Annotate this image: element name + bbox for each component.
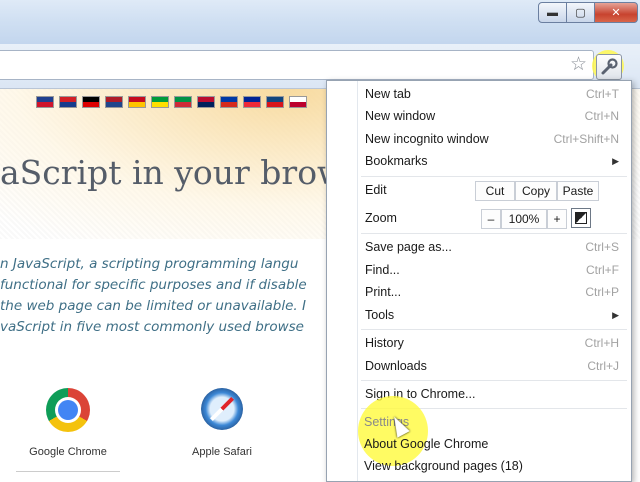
flag-icon-hr[interactable]: [59, 96, 77, 108]
language-flags: [36, 96, 307, 108]
flag-icon-de[interactable]: [82, 96, 100, 108]
intro-line: functional for specific purposes and if …: [0, 277, 307, 293]
flag-icon-jp[interactable]: [289, 96, 307, 108]
paste-button[interactable]: Paste: [557, 181, 599, 201]
menu-item-find[interactable]: Find... Ctrl+F: [365, 259, 625, 281]
menu-item-shortcut: Ctrl+S: [585, 240, 619, 254]
menu-item-bookmarks[interactable]: Bookmarks ▶: [365, 150, 625, 172]
menu-item-label: Find...: [365, 263, 400, 277]
menu-item-label: New tab: [365, 87, 411, 101]
minimize-icon: ▬: [547, 6, 558, 19]
menu-item-label: Downloads: [365, 359, 427, 373]
menu-item-label: History: [365, 336, 404, 350]
divider: [16, 471, 120, 472]
flag-icon-ru[interactable]: [220, 96, 238, 108]
menu-separator: [361, 233, 627, 234]
flag-icon-fr[interactable]: [243, 96, 261, 108]
menu-separator: [361, 176, 627, 177]
flag-icon-nl[interactable]: [105, 96, 123, 108]
menu-item-shortcut: Ctrl+J: [587, 359, 619, 373]
close-button[interactable]: ✕: [595, 2, 638, 23]
flag-icon-es[interactable]: [128, 96, 146, 108]
flag-icon-br[interactable]: [151, 96, 169, 108]
intro-line: vaScript in five most commonly used brow…: [0, 319, 304, 335]
fullscreen-icon[interactable]: [571, 208, 591, 228]
menu-item-tools[interactable]: Tools ▶: [365, 304, 625, 326]
menu-item-new-window[interactable]: New window Ctrl+N: [365, 105, 625, 127]
flag-icon-no[interactable]: [197, 96, 215, 108]
wrench-icon: [601, 58, 618, 75]
cut-button[interactable]: Cut: [475, 181, 515, 201]
menu-item-label: New incognito window: [365, 132, 489, 146]
minimize-button[interactable]: ▬: [538, 2, 567, 23]
menu-item-save-page[interactable]: Save page as... Ctrl+S: [365, 236, 625, 258]
submenu-arrow-icon: ▶: [612, 156, 619, 166]
menu-item-label: Edit: [365, 183, 387, 197]
menu-gutter: [357, 81, 358, 481]
menu-item-zoom: Zoom – 100% +: [365, 207, 625, 229]
menu-item-background-pages[interactable]: View background pages (18): [364, 455, 624, 477]
menu-item-label: Print...: [365, 285, 402, 299]
browser-link-safari[interactable]: Apple Safari: [170, 388, 274, 458]
menu-item-label: Save page as...: [365, 240, 452, 254]
flag-icon-it[interactable]: [174, 96, 192, 108]
browser-link-chrome[interactable]: Google Chrome: [16, 388, 120, 458]
browser-label: Google Chrome: [29, 446, 107, 458]
menu-item-label: Tools: [365, 308, 395, 322]
menu-item-label: View background pages (18): [364, 459, 523, 473]
menu-item-downloads[interactable]: Downloads Ctrl+J: [365, 355, 625, 377]
wrench-menu-button[interactable]: [596, 54, 622, 80]
browser-label: Apple Safari: [192, 446, 252, 458]
maximize-icon: ▢: [575, 7, 586, 19]
menu-item-shortcut: Ctrl+H: [584, 336, 619, 350]
submenu-arrow-icon: ▶: [612, 310, 619, 320]
menu-item-edit: Edit Cut Copy Paste: [365, 179, 625, 201]
page-heading: aScript in your brows: [0, 153, 363, 192]
copy-button[interactable]: Copy: [515, 181, 557, 201]
menu-item-new-incognito[interactable]: New incognito window Ctrl+Shift+N: [365, 128, 625, 150]
menu-item-history[interactable]: History Ctrl+H: [365, 332, 625, 354]
chrome-logo-icon: [46, 388, 90, 432]
flag-icon-gb[interactable]: [36, 96, 54, 108]
zoom-in-button[interactable]: +: [547, 209, 567, 229]
menu-separator: [361, 329, 627, 330]
menu-item-shortcut: Ctrl+P: [585, 285, 619, 299]
zoom-out-button[interactable]: –: [481, 209, 501, 229]
safari-logo-icon: [201, 388, 243, 430]
intro-line: n JavaScript, a scripting programming la…: [0, 256, 299, 272]
menu-item-label: Zoom: [365, 211, 397, 225]
menu-item-shortcut: Ctrl+F: [586, 263, 619, 277]
menu-item-label: Bookmarks: [365, 154, 428, 168]
menu-item-label: New window: [365, 109, 436, 123]
maximize-button[interactable]: ▢: [567, 2, 595, 23]
flag-icon-cz[interactable]: [266, 96, 284, 108]
menu-item-new-tab[interactable]: New tab Ctrl+T: [365, 83, 625, 105]
address-bar[interactable]: ☆: [0, 50, 594, 80]
menu-item-print[interactable]: Print... Ctrl+P: [365, 281, 625, 303]
menu-separator: [361, 380, 627, 381]
menu-item-shortcut: Ctrl+T: [586, 87, 619, 101]
menu-item-about[interactable]: About Google Chrome: [364, 433, 624, 455]
intro-line: the web page can be limited or unavailab…: [0, 298, 306, 314]
close-icon: ✕: [611, 7, 621, 19]
zoom-level: 100%: [501, 209, 547, 229]
menu-item-shortcut: Ctrl+N: [584, 109, 619, 123]
window-controls: ▬ ▢ ✕: [538, 2, 638, 23]
intro-paragraph: n JavaScript, a scripting programming la…: [0, 254, 330, 338]
menu-item-shortcut: Ctrl+Shift+N: [553, 132, 619, 146]
menu-item-label: About Google Chrome: [364, 437, 489, 451]
window-titlebar: ▬ ▢ ✕: [0, 0, 640, 44]
star-icon[interactable]: ☆: [570, 53, 587, 77]
